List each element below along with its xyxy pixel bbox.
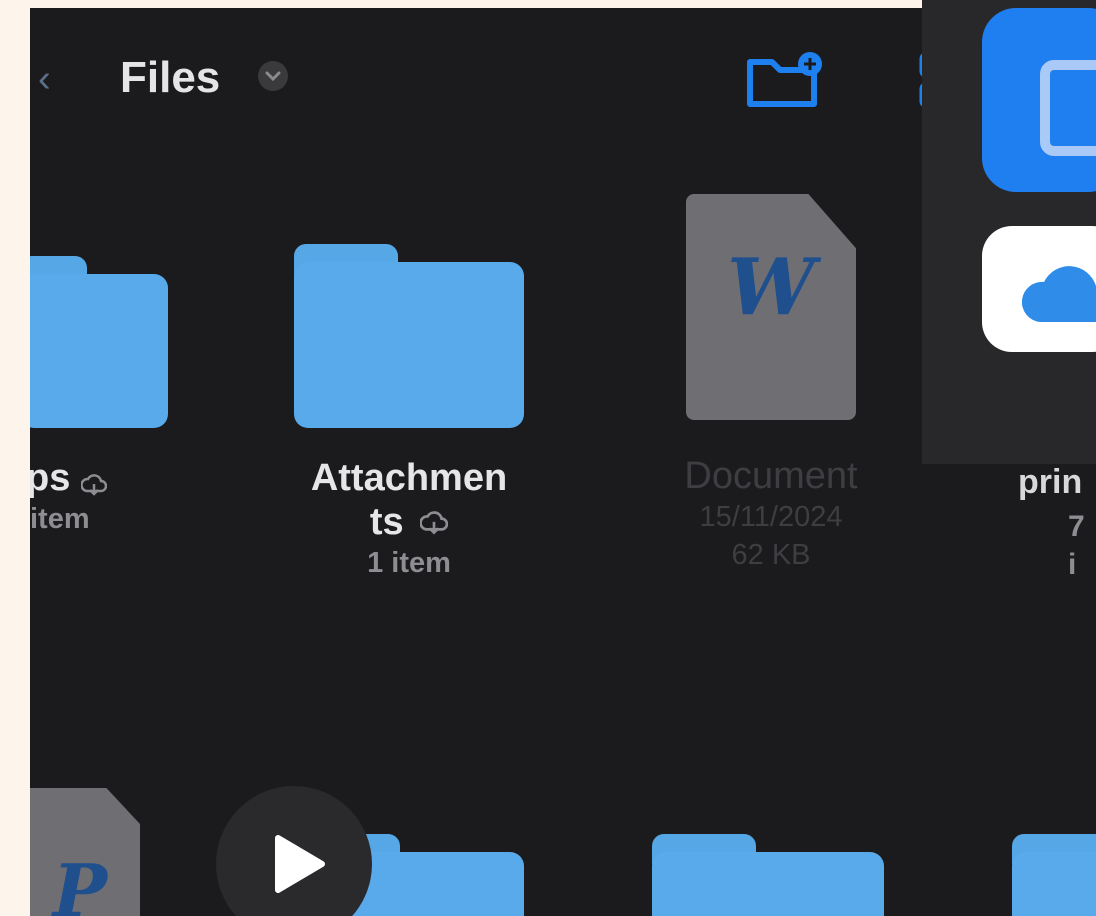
item-subtitle: item bbox=[30, 503, 90, 535]
cloud-download-icon bbox=[80, 473, 107, 496]
list-item[interactable]: Attachmen ts 1 item bbox=[274, 456, 544, 582]
item-name: ps bbox=[30, 457, 71, 499]
list-item[interactable]: Document 15/11/2024 62 KB bbox=[646, 454, 896, 574]
chevron-down-icon[interactable] bbox=[258, 61, 288, 91]
cloud-app-icon[interactable] bbox=[982, 226, 1096, 352]
play-button[interactable] bbox=[216, 786, 372, 916]
item-subtitle: 1 item bbox=[367, 547, 451, 579]
blue-app-icon[interactable] bbox=[982, 8, 1096, 192]
word-document-icon[interactable]: W bbox=[686, 194, 856, 420]
item-name-line2: ts bbox=[369, 501, 404, 543]
folder-icon[interactable] bbox=[294, 244, 524, 428]
item-date: 15/11/2024 bbox=[699, 501, 843, 533]
page-title[interactable]: Files bbox=[120, 48, 220, 108]
new-folder-button[interactable] bbox=[746, 48, 832, 110]
item-name: prin bbox=[1018, 463, 1083, 501]
play-icon bbox=[275, 835, 325, 893]
folder-icon[interactable] bbox=[652, 834, 884, 916]
folder-badge-plus-icon bbox=[747, 52, 822, 107]
folder-icon[interactable] bbox=[30, 256, 168, 428]
screen-icon bbox=[1040, 60, 1096, 156]
item-subtitle: 7 i bbox=[1068, 510, 1085, 581]
document-icon[interactable]: P bbox=[30, 788, 140, 916]
app-switcher-panel bbox=[922, 0, 1096, 464]
word-letter: W bbox=[727, 242, 815, 333]
doc-letter: P bbox=[52, 848, 108, 916]
item-name: Document bbox=[684, 455, 858, 497]
item-size: 62 KB bbox=[731, 539, 811, 571]
cloud-download-icon bbox=[420, 511, 449, 535]
back-chevron-icon[interactable]: ‹ bbox=[38, 56, 52, 102]
item-name-line1: Attachmen bbox=[310, 457, 508, 499]
cloud-icon bbox=[1022, 266, 1096, 322]
list-item[interactable]: ps item bbox=[30, 456, 150, 538]
folder-icon[interactable] bbox=[1012, 834, 1096, 916]
